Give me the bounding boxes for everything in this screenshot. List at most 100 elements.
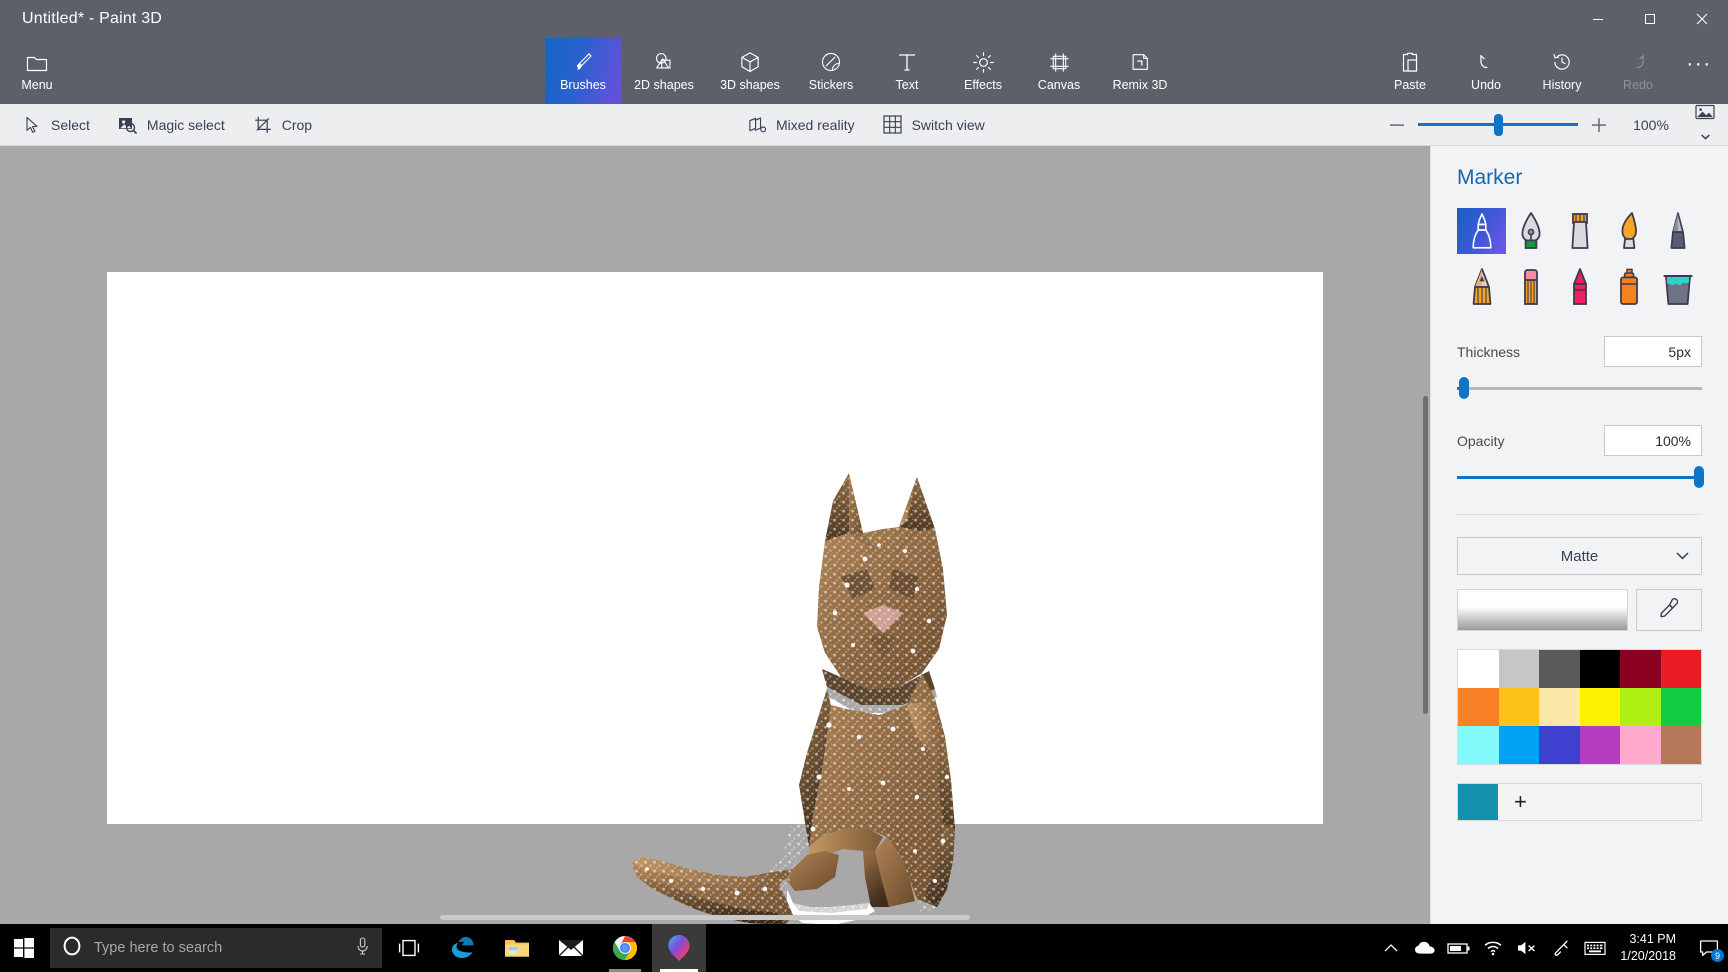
zoom-slider-thumb[interactable] [1494,113,1503,136]
color-swatch-14[interactable] [1539,726,1580,764]
start-button[interactable] [0,924,48,972]
opacity-input[interactable]: 100% [1604,425,1702,456]
color-swatch-12[interactable] [1458,726,1499,764]
maximize-button[interactable] [1624,0,1676,38]
more-options-button[interactable]: ··· [1676,38,1722,104]
color-swatch-3[interactable] [1579,650,1620,688]
tool-2d-shapes[interactable]: 2D shapes [621,38,707,104]
crop-tool[interactable]: Crop [239,104,326,146]
search-input[interactable]: Type here to search [94,940,343,956]
color-swatch-9[interactable] [1579,688,1620,726]
color-swatch-0[interactable] [1458,650,1499,688]
eyedropper-icon [1658,597,1680,624]
magic-select-tool[interactable]: Magic select [104,104,239,146]
brush-oil-brush[interactable] [1555,208,1604,254]
custom-color-swatch[interactable] [1458,784,1498,820]
wifi-icon[interactable] [1476,924,1510,972]
brush-crayon[interactable] [1555,264,1604,310]
thickness-slider[interactable] [1457,377,1702,399]
color-swatch-6[interactable] [1458,688,1499,726]
color-swatch-15[interactable] [1579,726,1620,764]
show-hidden-icons-chevron[interactable] [1374,924,1408,972]
brush-fill-bucket[interactable] [1653,264,1702,310]
brush-grid [1457,208,1702,310]
paint-3d-icon[interactable] [652,924,706,972]
action-center-button[interactable]: 9 [1690,924,1728,972]
color-swatch-7[interactable] [1498,688,1539,726]
brush-eraser[interactable] [1506,264,1555,310]
switch-view-button[interactable]: Switch view [869,104,999,146]
tool-brushes[interactable]: Brushes [545,38,621,104]
zoom-out-button[interactable] [1376,104,1418,146]
edge-icon[interactable] [436,924,490,972]
zoom-slider[interactable] [1418,104,1578,146]
3d-shapes-icon [739,50,761,74]
microphone-icon[interactable] [355,936,370,960]
canvas-paper[interactable] [107,272,1323,924]
mixed-reality-icon [747,116,767,134]
paint-3d-window: Untitled* - Paint 3D Menu Brushes 2D sha… [0,0,1728,972]
tool-effects[interactable]: Effects [945,38,1021,104]
taskbar-search[interactable]: Type here to search [50,928,382,968]
thickness-input[interactable]: 5px [1604,336,1702,367]
file-explorer-icon[interactable] [490,924,544,972]
redo-button[interactable]: Redo [1600,38,1676,104]
undo-button[interactable]: Undo [1448,38,1524,104]
tool-text[interactable]: Text [869,38,945,104]
redo-icon [1627,50,1649,74]
task-view-icon[interactable] [382,924,436,972]
opacity-slider-thumb[interactable] [1694,466,1704,488]
color-swatch-1[interactable] [1498,650,1539,688]
brush-spray-can[interactable] [1604,264,1653,310]
color-swatch-13[interactable] [1498,726,1539,764]
artwork-low-poly-cat[interactable] [617,437,1037,924]
color-swatch-2[interactable] [1539,650,1580,688]
canvas-vertical-scrollbar[interactable] [1423,396,1428,714]
canvas-area[interactable] [0,146,1430,924]
tool-canvas[interactable]: Canvas [1021,38,1097,104]
custom-color-row: + [1457,783,1702,821]
select-tool[interactable]: Select [8,104,104,146]
battery-icon[interactable] [1442,924,1476,972]
mixed-reality-button[interactable]: Mixed reality [733,104,869,146]
color-swatch-5[interactable] [1660,650,1701,688]
pen-workspace-icon[interactable] [1544,924,1578,972]
undo-label: Undo [1471,78,1501,93]
volume-muted-icon[interactable] [1510,924,1544,972]
mail-icon[interactable] [544,924,598,972]
onedrive-icon[interactable] [1408,924,1442,972]
color-swatch-4[interactable] [1620,650,1661,688]
brush-pixel-pen[interactable] [1653,208,1702,254]
eyedropper-button[interactable] [1636,589,1702,631]
opacity-slider[interactable] [1457,466,1704,488]
tool-stickers[interactable]: Stickers [793,38,869,104]
brush-watercolor[interactable] [1604,208,1653,254]
current-color-row [1457,589,1702,631]
taskbar-clock[interactable]: 3:41 PM 1/20/2018 [1612,924,1690,972]
current-color-swatch[interactable] [1457,589,1628,631]
brush-pencil[interactable] [1457,264,1506,310]
color-swatch-11[interactable] [1660,688,1701,726]
tool-remix-3d[interactable]: Remix 3D [1097,38,1183,104]
close-button[interactable] [1676,0,1728,38]
tool-stickers-label: Stickers [808,78,854,93]
color-swatch-17[interactable] [1660,726,1701,764]
chrome-icon[interactable] [598,924,652,972]
material-dropdown[interactable]: Matte [1457,537,1702,575]
touch-keyboard-icon[interactable] [1578,924,1612,972]
paste-button[interactable]: Paste [1372,38,1448,104]
canvas-horizontal-scrollbar[interactable] [440,915,970,920]
menu-button[interactable]: Menu [0,38,74,104]
fit-image-button[interactable] [1682,104,1728,146]
minimize-button[interactable] [1572,0,1624,38]
tool-3d-shapes[interactable]: 3D shapes [707,38,793,104]
zoom-in-button[interactable] [1578,104,1620,146]
color-swatch-16[interactable] [1620,726,1661,764]
thickness-slider-thumb[interactable] [1459,377,1470,399]
brush-marker[interactable] [1457,208,1506,254]
color-swatch-10[interactable] [1620,688,1661,726]
color-swatch-8[interactable] [1539,688,1580,726]
brush-calligraphy-pen[interactable] [1506,208,1555,254]
add-color-button[interactable]: + [1498,784,1701,820]
history-button[interactable]: History [1524,38,1600,104]
